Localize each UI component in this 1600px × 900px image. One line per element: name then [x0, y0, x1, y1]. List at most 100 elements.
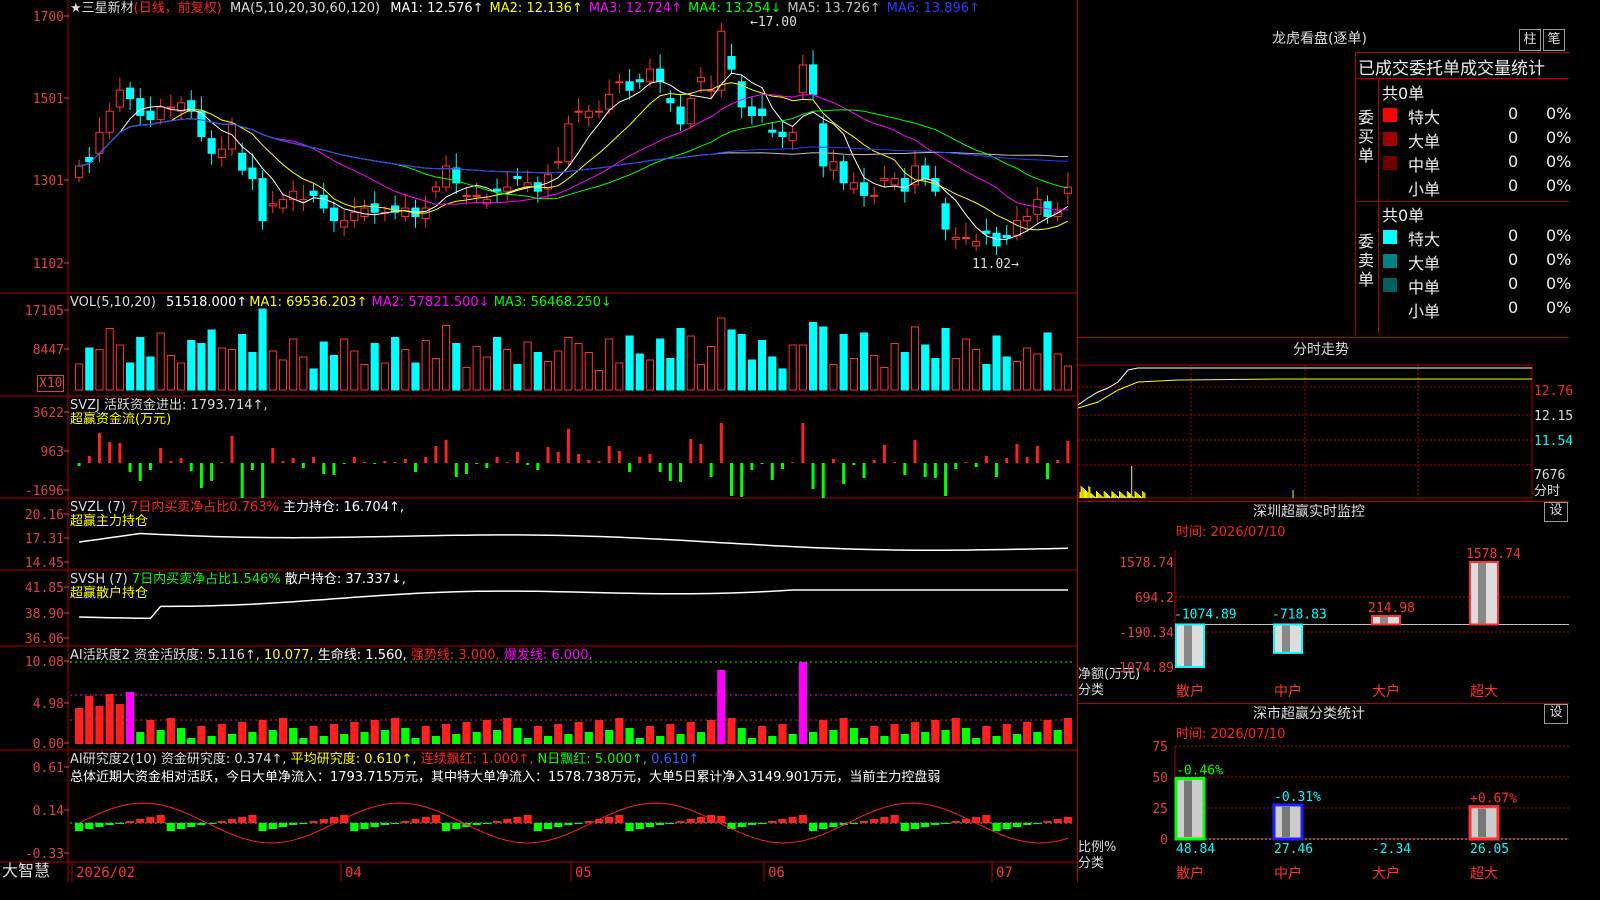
candle-body [951, 236, 960, 241]
fund-flow-bar [189, 463, 193, 471]
research-bar [350, 823, 359, 831]
activity-bar [227, 734, 237, 744]
volume-bar [859, 332, 869, 391]
sz-monitor-settings-button[interactable]: 设 [1544, 502, 1568, 522]
research-bar [951, 821, 960, 823]
activity-bar [207, 736, 216, 744]
candle-body [136, 98, 145, 116]
research-bar [829, 823, 838, 827]
fund-flow-bar [128, 463, 132, 472]
research-bar [788, 817, 797, 823]
activity-bar [370, 720, 379, 744]
activity-bar [1043, 720, 1052, 744]
svzj-subtitle: 超赢资金流(万元) [70, 412, 172, 427]
intraday-chart[interactable] [1078, 360, 1569, 500]
volume-bar [808, 322, 818, 391]
volume-bar [197, 343, 206, 391]
ma-line-1 [78, 72, 1069, 240]
buy-row-color-swatch [1383, 108, 1397, 122]
activity-bar [482, 720, 491, 744]
candle-body [492, 188, 502, 192]
column-mode-button[interactable]: 柱 [1519, 29, 1541, 51]
activity-bar [890, 724, 899, 744]
research-bar [921, 823, 930, 827]
research-bar [758, 823, 767, 824]
volume-bar [503, 349, 512, 391]
sell-total: 共0单 [1382, 206, 1425, 225]
buy-row-pct: 0% [1546, 176, 1572, 195]
activity-bar [105, 694, 114, 744]
cls-bar-shade [1282, 806, 1290, 837]
ma-line-2 [78, 82, 1069, 231]
fund-flow-bar [617, 451, 621, 463]
fund-flow-bar [964, 462, 968, 463]
y-tick-label: 17105 [25, 304, 64, 319]
volume-bar [676, 328, 685, 391]
activity-bar [737, 728, 746, 744]
activity-bar [758, 726, 767, 744]
activity-bar [1023, 722, 1032, 744]
buy-row-name: 中单 [1408, 156, 1441, 175]
volume-bar [625, 335, 634, 391]
sell-row-color-swatch [1383, 302, 1397, 316]
intraday-tick: 7676 [1534, 468, 1566, 483]
activity-bar [350, 722, 359, 744]
buy-row-count: 0 [1508, 152, 1519, 171]
fund-flow-bar [424, 457, 428, 463]
volume-bar [1033, 353, 1042, 391]
research-bar [513, 817, 522, 823]
activity-bar [635, 738, 644, 744]
cls-value-label: -2.34 [1372, 842, 1411, 857]
buy-row-name: 小单 [1408, 180, 1441, 199]
candle-body [727, 56, 736, 70]
research-bar [859, 821, 869, 823]
activity-bar [992, 736, 1001, 744]
vol-title: VOL(5,10,20) [70, 295, 156, 310]
fund-flow-bar [240, 463, 244, 498]
activity-bar [625, 728, 634, 744]
kline-svg[interactable]: 1700 1501 1301 1102 17105 8447 3622 963 -1696 20.… [0, 0, 1077, 882]
candle-body [370, 203, 379, 213]
cls-value-label: 26.05 [1470, 842, 1509, 857]
activity-bar [217, 724, 226, 744]
activity-bar [421, 726, 430, 744]
sz-class-settings-button[interactable]: 设 [1544, 704, 1568, 724]
research-bar [554, 823, 563, 827]
fund-flow-bar [770, 463, 774, 480]
sz-y-tick: -190.34 [1119, 626, 1174, 641]
research-bar [75, 823, 84, 831]
research-bar [696, 817, 706, 823]
fund-flow-bar [148, 463, 152, 470]
candle-body [900, 178, 909, 192]
fund-flow-bar [597, 461, 601, 463]
main-chart-area[interactable]: 1700 1501 1301 1102 17105 8447 3622 963 -1696 20.… [0, 0, 1077, 882]
activity-bar [788, 734, 797, 744]
fund-flow-bar [281, 461, 285, 463]
research-bar [931, 823, 940, 825]
sz-bar-shade [1282, 625, 1290, 652]
activity-bar [1063, 718, 1072, 744]
fund-flow-bar [332, 463, 336, 475]
candle-body [278, 199, 288, 209]
fund-flow-bar [995, 463, 999, 477]
volume-bar [554, 350, 563, 391]
tick-mode-button[interactable]: 笔 [1543, 29, 1565, 51]
y-tick-label: 0.14 [33, 804, 64, 819]
activity-bar [676, 734, 685, 744]
candle-body [829, 161, 838, 171]
candle-body [105, 110, 114, 133]
volume-bar [1023, 347, 1032, 391]
buy-row-color-swatch [1383, 180, 1397, 194]
fund-flow-bar [515, 452, 519, 463]
volume-bar [166, 355, 175, 391]
activity-bar [360, 732, 369, 744]
fund-flow-bar [658, 463, 662, 472]
volume-bar [472, 346, 481, 391]
fund-flow-bar [974, 463, 978, 467]
activity-bar [1053, 730, 1062, 744]
y-tick-label: 0.00 [33, 737, 64, 752]
activity-bar [462, 722, 471, 744]
cls-y-tick: 25 [1152, 802, 1168, 817]
activity-bar [594, 720, 604, 744]
fund-flow-bar [199, 463, 203, 488]
